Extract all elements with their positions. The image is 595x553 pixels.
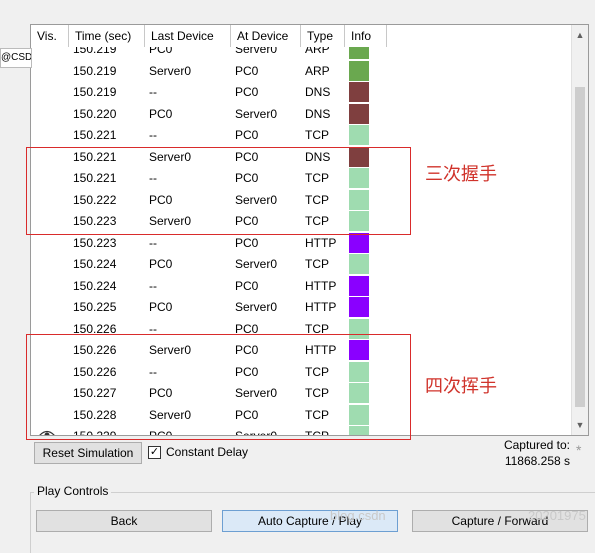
last-device-cell: --	[149, 235, 157, 250]
at-device-cell: PC0	[235, 278, 259, 293]
constant-delay-label: Constant Delay	[166, 445, 249, 459]
last-device-cell: PC0	[149, 300, 173, 314]
type-cell: ARP	[305, 63, 330, 78]
time-cell: 150.219	[73, 85, 117, 99]
csdn-overlay-tag: @CSDN	[0, 48, 32, 68]
last-device-cell: --	[149, 85, 157, 99]
last-device-cell: PC0	[149, 106, 173, 121]
type-cell: HTTP	[305, 278, 337, 293]
at-device-cell: Server0	[235, 257, 278, 271]
time-cell: 150.220	[73, 106, 117, 121]
table-row[interactable]: 150.220 PC0 Server0 DNS	[31, 103, 571, 126]
header-time[interactable]: Time (sec)	[69, 25, 145, 47]
table-row[interactable]: 150.223 -- PC0 HTTP	[31, 232, 571, 255]
at-device-cell: PC0	[235, 235, 259, 250]
last-device-cell: Server0	[149, 63, 192, 78]
watermark-right: 20201975	[528, 508, 586, 523]
checkmark-icon: ✓	[149, 446, 160, 458]
captured-to-value: 11868.258 s	[504, 454, 570, 468]
scroll-down-icon[interactable]: ▼	[572, 417, 588, 433]
time-cell: 150.225	[73, 300, 117, 314]
time-cell: 150.224	[73, 278, 117, 293]
at-device-cell: Server0	[235, 106, 278, 121]
at-device-cell: Server0	[235, 300, 278, 314]
last-device-cell: --	[149, 278, 157, 293]
captured-to-label: Captured to:	[503, 438, 570, 452]
table-row[interactable]: 150.219 -- PC0 DNS	[31, 82, 571, 104]
watermark-left: blog.csdn	[330, 508, 386, 523]
time-cell: 150.224	[73, 257, 117, 271]
type-cell: HTTP	[305, 300, 337, 314]
type-cell: DNS	[305, 85, 331, 99]
asterisk-icon: *	[576, 442, 582, 458]
at-device-cell: PC0	[235, 85, 259, 99]
handshake-annotation-box	[26, 147, 411, 235]
type-cell: TCP	[305, 257, 329, 271]
constant-delay-checkbox[interactable]: ✓	[148, 446, 161, 459]
info-color-swatch[interactable]	[349, 82, 369, 102]
table-row[interactable]: 150.221 -- PC0 TCP	[31, 125, 571, 147]
time-cell: 150.221	[73, 128, 117, 142]
wave-annotation-box	[26, 334, 411, 440]
time-cell: 150.223	[73, 235, 117, 250]
table-row[interactable]: 150.219 Server0 PC0 ARP	[31, 60, 571, 83]
header-vis[interactable]: Vis.	[31, 25, 69, 47]
info-color-swatch[interactable]	[349, 275, 369, 296]
header-last-device[interactable]: Last Device	[145, 25, 231, 47]
scroll-up-icon[interactable]: ▲	[572, 27, 588, 43]
info-color-swatch[interactable]	[349, 125, 369, 145]
play-controls-title: Play Controls	[34, 484, 112, 498]
header-type[interactable]: Type	[301, 25, 345, 47]
at-device-cell: PC0	[235, 63, 259, 78]
scrollbar-thumb[interactable]	[575, 87, 585, 407]
table-row[interactable]: 150.225 PC0 Server0 HTTP	[31, 297, 571, 319]
wave-annotation-label: 四次挥手	[425, 376, 497, 397]
at-device-cell: PC0	[235, 128, 259, 142]
time-cell: 150.219	[73, 63, 117, 78]
type-cell: DNS	[305, 106, 331, 121]
info-color-swatch[interactable]	[349, 103, 369, 124]
header-at-device[interactable]: At Device	[231, 25, 301, 47]
info-color-swatch[interactable]	[349, 232, 369, 253]
reset-simulation-button[interactable]: Reset Simulation	[34, 442, 142, 464]
back-button[interactable]: Back	[36, 510, 212, 532]
handshake-annotation-label: 三次握手	[425, 164, 497, 185]
info-color-swatch[interactable]	[349, 297, 369, 317]
table-row[interactable]: 150.224 -- PC0 HTTP	[31, 275, 571, 298]
info-color-swatch[interactable]	[349, 254, 369, 274]
vertical-scrollbar[interactable]: ▲ ▼	[571, 25, 588, 435]
table-row[interactable]: 150.224 PC0 Server0 TCP	[31, 254, 571, 276]
header-info[interactable]: Info	[345, 25, 387, 47]
event-list-header: Vis. Time (sec) Last Device At Device Ty…	[31, 25, 387, 47]
info-color-swatch[interactable]	[349, 60, 369, 81]
last-device-cell: --	[149, 128, 157, 142]
type-cell: HTTP	[305, 235, 337, 250]
type-cell: TCP	[305, 128, 329, 142]
last-device-cell: PC0	[149, 257, 173, 271]
